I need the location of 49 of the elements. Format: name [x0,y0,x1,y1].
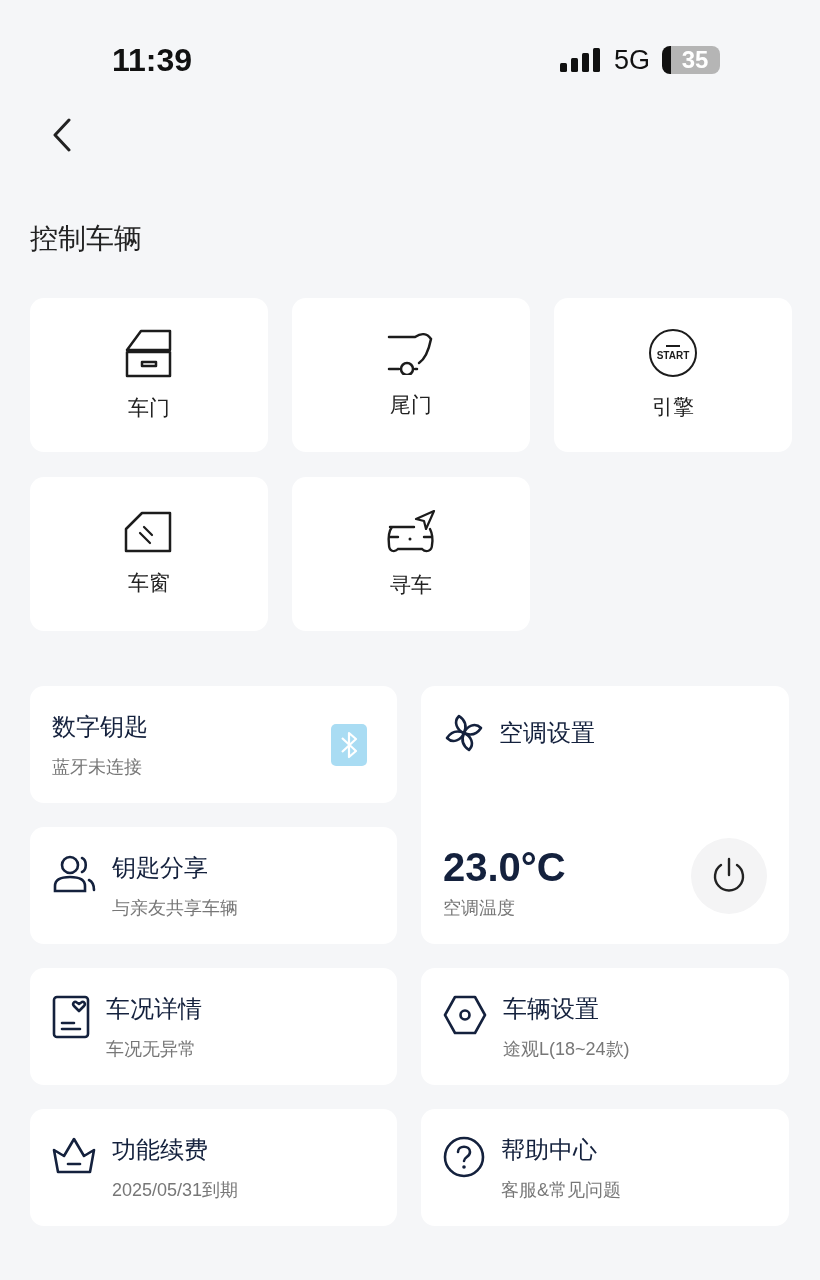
card-subtitle: 空调温度 [443,897,516,920]
help-icon [443,1135,485,1178]
control-tile[interactable]: 寻车 [292,477,530,631]
feature-card[interactable]: 功能续费 2025/05/31到期 [30,1109,397,1226]
card-subtitle: 2025/05/31到期 [112,1178,239,1202]
feature-card[interactable]: 帮助中心 客服&常见问题 [421,1109,789,1226]
status-time: 11:39 [112,41,193,79]
car-window-icon [124,511,174,553]
tile-label: 尾门 [390,392,432,418]
card-title: 车况详情 [106,993,202,1024]
bluetooth-icon [331,723,367,766]
feature-card[interactable]: 钥匙分享 与亲友共享车辆 [30,827,397,944]
tile-label: 寻车 [390,572,432,598]
temperature-value: 23.0°C [443,845,566,890]
users-icon [52,853,96,894]
card-title: 钥匙分享 [112,852,209,883]
card-title: 数字钥匙 [52,711,148,742]
car-door-icon [125,328,173,378]
tile-label: 车门 [128,395,170,421]
card-subtitle: 客服&常见问题 [501,1178,621,1202]
card-title: 帮助中心 [501,1134,598,1165]
card-title: 空调设置 [499,718,595,748]
start-label: START [656,350,690,361]
back-icon[interactable] [52,118,72,152]
tailgate-icon [387,331,435,375]
car-locate-icon [386,509,436,555]
control-tile[interactable]: 车窗 [30,477,268,631]
hex-nut-icon [443,994,487,1035]
signal-icon [559,48,602,72]
control-tile[interactable]: START 引擎 [554,298,792,452]
card-subtitle: 途观L(18~24款) [503,1037,630,1061]
control-tile[interactable]: 尾门 [292,298,530,452]
card-subtitle: 与亲友共享车辆 [112,896,238,920]
crown-icon [52,1135,96,1174]
section-title: 控制车辆 [30,222,143,256]
card-subtitle: 蓝牙未连接 [52,755,143,779]
card-title: 车辆设置 [503,993,600,1024]
tile-label: 车窗 [128,570,170,596]
card-subtitle: 车况无异常 [106,1037,197,1061]
feature-card[interactable]: 数字钥匙 蓝牙未连接 [30,686,397,803]
card-title: 功能续费 [112,1134,209,1165]
network-label: 5G [613,44,650,76]
tile-label: 引擎 [652,394,694,420]
feature-card[interactable]: 车况详情 车况无异常 [30,968,397,1085]
battery-percent: 35 [680,46,709,74]
feature-card[interactable]: 车辆设置 途观L(18~24款) [421,968,789,1085]
control-tile[interactable]: 车门 [30,298,268,452]
fan-icon [443,712,485,754]
feature-card[interactable]: 空调设置 23.0°C 空调温度 [421,686,789,944]
